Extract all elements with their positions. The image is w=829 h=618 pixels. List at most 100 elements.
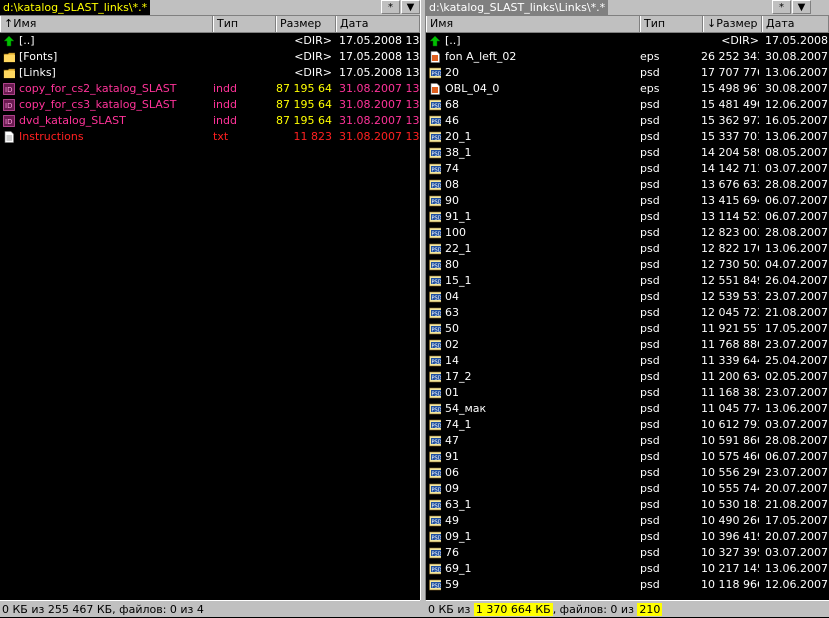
file-row[interactable]: PSD 38_1 psd 14 204 589 08.05.2007 (426, 145, 829, 161)
file-row[interactable]: PSD 14 psd 11 339 644 25.04.2007 (426, 353, 829, 369)
file-row[interactable]: OBL_04_0 eps 15 498 967 30.08.2007 (426, 81, 829, 97)
file-row[interactable]: PSD 100 psd 12 823 003 28.08.2007 (426, 225, 829, 241)
file-row[interactable]: PSD 20 psd 17 707 776 13.06.2007 (426, 65, 829, 81)
file-row[interactable]: PSD 15_1 psd 12 551 849 26.04.2007 (426, 273, 829, 289)
file-row[interactable]: PSD 47 psd 10 591 860 28.08.2007 (426, 433, 829, 449)
file-name: [Fonts] (19, 50, 58, 63)
psd-file-icon: PSD (429, 435, 441, 447)
file-row[interactable]: PSD 50 psd 11 921 557 17.05.2007 (426, 321, 829, 337)
file-row[interactable]: PSD 91_1 psd 13 114 523 06.07.2007 (426, 209, 829, 225)
file-date: 13.06.2007 (765, 242, 828, 255)
file-row[interactable]: PSD 09_1 psd 10 396 419 20.07.2007 (426, 529, 829, 545)
right-drive-dropdown-button[interactable]: ▼ (792, 0, 811, 14)
left-col-ext[interactable]: Тип (213, 16, 276, 32)
file-row[interactable]: PSD 17_2 psd 11 200 634 02.05.2007 (426, 369, 829, 385)
file-size: 11 200 634 (701, 370, 759, 383)
file-name: 08 (445, 178, 459, 191)
right-path[interactable]: d:\katalog_SLAST_links\Links\*.* (426, 0, 609, 15)
file-row[interactable]: fon A_left_02 eps 26 252 343 30.08.2007 (426, 49, 829, 65)
right-col-ext[interactable]: Тип (640, 16, 703, 32)
file-date: 23.07.2007 (765, 386, 828, 399)
file-row[interactable]: PSD 80 psd 12 730 502 04.07.2007 (426, 257, 829, 273)
file-row[interactable]: PSD 08 psd 13 676 632 28.08.2007 (426, 177, 829, 193)
left-col-date[interactable]: Дата (336, 16, 420, 32)
file-row[interactable]: PSD 74 psd 14 142 711 03.07.2007 (426, 161, 829, 177)
file-name: Instructions (19, 130, 84, 143)
file-name: 02 (445, 338, 459, 351)
file-type: psd (640, 450, 660, 463)
file-row[interactable]: PSD 02 psd 11 768 880 23.07.2007 (426, 337, 829, 353)
file-name: [..] (19, 34, 35, 47)
right-column-headers: Имя Тип ↓Размер Дата (426, 16, 829, 33)
file-date: 13.06.2007 (765, 562, 828, 575)
file-row[interactable]: PSD 76 psd 10 327 395 03.07.2007 (426, 545, 829, 561)
left-panel[interactable]: d:\katalog_SLAST_links\*.* * ▼ ↑Имя Тип … (0, 0, 420, 600)
file-row[interactable]: PSD 06 psd 10 556 290 23.07.2007 (426, 465, 829, 481)
left-filter-button[interactable]: * (381, 0, 400, 14)
file-row[interactable]: [Links] <DIR> 17.05.2008 13 (0, 65, 420, 81)
file-row[interactable]: Instructions txt 11 823 31.08.2007 13 (0, 129, 420, 145)
file-row[interactable]: ID copy_for_cs3_katalog_SLAST indd 87 195 6… (0, 97, 420, 113)
left-col-size[interactable]: Размер (276, 16, 336, 32)
svg-text:PSD: PSD (432, 263, 442, 269)
file-row[interactable]: [..] <DIR> 17.05.2008 (426, 33, 829, 49)
right-col-date[interactable]: Дата (762, 16, 829, 32)
file-type: psd (640, 370, 660, 383)
svg-text:PSD: PSD (432, 471, 442, 477)
file-row[interactable]: PSD 04 psd 12 539 531 23.07.2007 (426, 289, 829, 305)
left-col-name[interactable]: ↑Имя (0, 16, 213, 32)
file-row[interactable]: PSD 63_1 psd 10 530 181 21.08.2007 (426, 497, 829, 513)
file-row[interactable]: PSD 74_1 psd 10 612 793 03.07.2007 (426, 417, 829, 433)
svg-text:PSD: PSD (432, 295, 442, 301)
file-name: 63_1 (445, 498, 472, 511)
svg-text:PSD: PSD (432, 439, 442, 445)
file-name: 49 (445, 514, 459, 527)
file-row[interactable]: PSD 54_мак psd 11 045 774 13.06.2007 (426, 401, 829, 417)
left-path[interactable]: d:\katalog_SLAST_links\*.* (0, 0, 151, 15)
file-row[interactable]: PSD 91 psd 10 575 466 06.07.2007 (426, 449, 829, 465)
file-row[interactable]: PSD 59 psd 10 118 966 12.06.2007 (426, 577, 829, 593)
file-row[interactable]: PSD 20_1 psd 15 337 701 13.06.2007 (426, 129, 829, 145)
file-row[interactable]: PSD 22_1 psd 12 822 176 13.06.2007 (426, 241, 829, 257)
right-filter-button[interactable]: * (772, 0, 791, 14)
file-date: 16.05.2007 (765, 114, 828, 127)
file-date: 06.07.2007 (765, 194, 828, 207)
file-row[interactable]: PSD 01 psd 11 168 382 23.07.2007 (426, 385, 829, 401)
file-row[interactable]: ID copy_for_cs2_katalog_SLAST indd 87 195 6… (0, 81, 420, 97)
file-row[interactable]: [Fonts] <DIR> 17.05.2008 13 (0, 49, 420, 65)
file-row[interactable]: [..] <DIR> 17.05.2008 13 (0, 33, 420, 49)
file-date: 28.08.2007 (765, 226, 828, 239)
file-type: psd (640, 226, 660, 239)
file-size: 10 396 419 (701, 530, 759, 543)
psd-file-icon: PSD (429, 243, 441, 255)
file-type: psd (640, 466, 660, 479)
psd-file-icon: PSD (429, 227, 441, 239)
file-row[interactable]: PSD 63 psd 12 045 723 21.08.2007 (426, 305, 829, 321)
psd-file-icon: PSD (429, 403, 441, 415)
right-col-name[interactable]: Имя (426, 16, 640, 32)
right-panel[interactable]: d:\katalog_SLAST_links\Links\*.* * ▼ Имя… (426, 0, 829, 600)
psd-file-icon: PSD (429, 275, 441, 287)
file-row[interactable]: PSD 46 psd 15 362 972 16.05.2007 (426, 113, 829, 129)
file-name: 04 (445, 290, 459, 303)
right-status-total: 1 370 664 КБ (473, 603, 553, 616)
file-name: 91 (445, 450, 459, 463)
right-col-size[interactable]: ↓Размер (703, 16, 762, 32)
file-name: 69_1 (445, 562, 472, 575)
file-type: psd (640, 306, 660, 319)
file-row[interactable]: ID dvd_katalog_SLAST indd 87 195 648 31.08.2… (0, 113, 420, 129)
svg-text:PSD: PSD (432, 407, 442, 413)
psd-file-icon: PSD (429, 515, 441, 527)
file-row[interactable]: PSD 68 psd 15 481 490 12.06.2007 (426, 97, 829, 113)
file-row[interactable]: PSD 09 psd 10 555 744 20.07.2007 (426, 481, 829, 497)
left-drive-dropdown-button[interactable]: ▼ (401, 0, 420, 14)
file-type: indd (213, 98, 237, 111)
file-type: psd (640, 242, 660, 255)
svg-text:PSD: PSD (432, 391, 442, 397)
psd-file-icon: PSD (429, 547, 441, 559)
file-row[interactable]: PSD 90 psd 13 415 694 06.07.2007 (426, 193, 829, 209)
file-row[interactable]: PSD 49 psd 10 490 266 17.05.2007 (426, 513, 829, 529)
txt-file-icon (3, 131, 15, 143)
file-size: 10 555 744 (701, 482, 759, 495)
file-row[interactable]: PSD 69_1 psd 10 217 145 13.06.2007 (426, 561, 829, 577)
